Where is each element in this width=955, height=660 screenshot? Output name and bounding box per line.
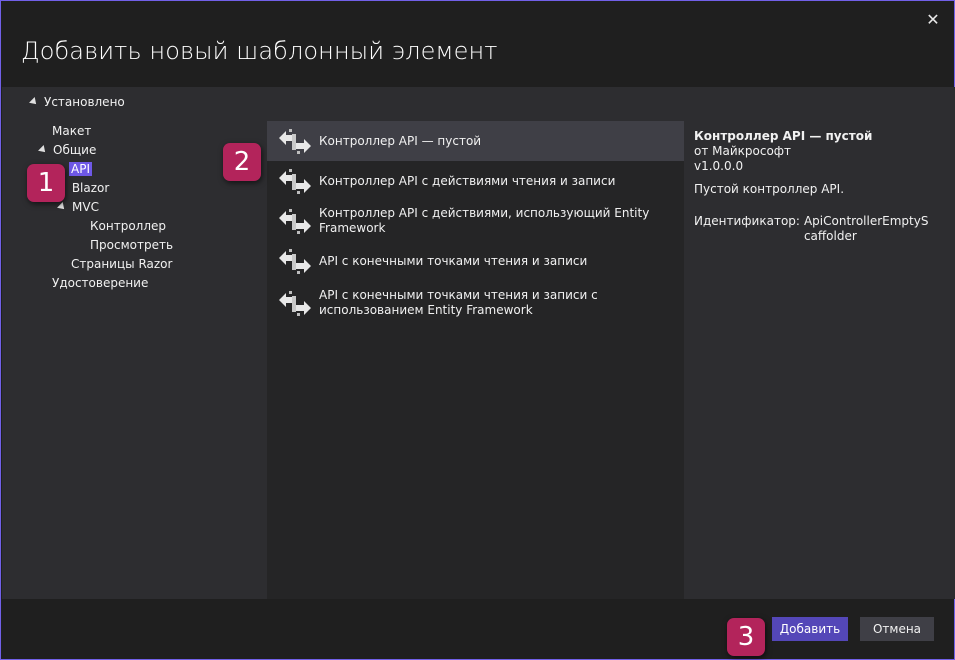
add-scaffold-dialog: ✕ Добавить новый шаблонный элемент Устан… (0, 0, 955, 660)
expand-arrow-icon[interactable] (38, 144, 48, 155)
tree-item-layout[interactable]: Макет (52, 124, 91, 138)
details-author: от Майкрософт (694, 144, 792, 158)
details-id-value: ApiControllerEmptyScaffolder (803, 214, 929, 243)
tree-item-label: Контроллер (90, 219, 166, 233)
tree-item-mvc[interactable]: MVC (57, 200, 99, 214)
tree-item-identity[interactable]: Удостоверение (52, 276, 148, 290)
template-item-label: Контроллер API с действиями, использующи… (319, 206, 650, 235)
details-id-label: Идентификатор: (694, 214, 800, 228)
template-details: Контроллер API — пустой от Майкрософт v1… (694, 129, 934, 244)
tree-node-installed[interactable]: Установлено (29, 95, 125, 109)
tree-item-label: MVC (72, 200, 99, 214)
expand-arrow-icon[interactable] (29, 96, 39, 107)
cancel-button[interactable]: Отмена (860, 617, 934, 641)
template-item-label: Контроллер API с действиями чтения и зап… (319, 173, 616, 188)
tree-item-label: Общие (53, 143, 97, 157)
template-item-api-controller-ef[interactable]: Контроллер API с действиями, использующи… (267, 201, 684, 241)
tree-item-label: API (69, 162, 92, 176)
expand-arrow-icon[interactable] (57, 201, 67, 212)
template-item-label: API с конечными точками чтения и записи … (319, 288, 598, 317)
template-item-api-controller-read-write[interactable]: Контроллер API с действиями чтения и зап… (267, 161, 684, 201)
details-name: Контроллер API — пустой (694, 129, 873, 143)
tree-node-label: Установлено (44, 95, 125, 109)
close-icon[interactable]: ✕ (924, 11, 942, 29)
callout-badge-3: 3 (727, 618, 765, 656)
tree-item-razor-pages[interactable]: Страницы Razor (71, 257, 172, 271)
dialog-footer: Добавить Отмена (1, 599, 954, 659)
callout-badge-1: 1 (27, 164, 65, 202)
scaffold-icon (279, 169, 311, 194)
template-item-label: Контроллер API — пустой (319, 133, 482, 148)
details-version: v1.0.0.0 (694, 159, 744, 173)
tree-item-label: Страницы Razor (71, 257, 173, 271)
template-item-label: API с конечными точками чтения и записи (319, 253, 588, 268)
template-list: Контроллер API — пустой Контроллер API с… (267, 121, 684, 599)
scaffold-icon (279, 249, 311, 274)
tree-item-view[interactable]: Просмотреть (90, 238, 173, 252)
scaffold-icon (279, 209, 311, 234)
tree-item-controller[interactable]: Контроллер (90, 219, 166, 233)
tree-item-common[interactable]: Общие (38, 143, 97, 157)
tree-item-label: Удостоверение (52, 276, 149, 290)
template-item-api-endpoints-ef[interactable]: API с конечными точками чтения и записи … (267, 281, 684, 325)
scaffold-icon (279, 129, 311, 154)
callout-badge-2: 2 (223, 143, 261, 181)
dialog-content: Установлено Макет Общие API Blazor MVC К… (2, 87, 955, 599)
scaffold-icon (279, 291, 311, 316)
tree-item-api[interactable]: API (69, 162, 92, 176)
details-description: Пустой контроллер API. (694, 182, 845, 196)
details-id-row: Идентификатор: ApiControllerEmptyScaffol… (694, 214, 934, 244)
tree-item-label: Просмотреть (90, 238, 174, 252)
add-button[interactable]: Добавить (772, 617, 848, 641)
dialog-title: Добавить новый шаблонный элемент (21, 37, 498, 65)
tree-item-label: Макет (52, 124, 92, 138)
template-item-api-controller-empty[interactable]: Контроллер API — пустой (267, 121, 684, 161)
template-item-api-endpoints[interactable]: API с конечными точками чтения и записи (267, 241, 684, 281)
tree-item-label: Blazor (71, 181, 110, 195)
